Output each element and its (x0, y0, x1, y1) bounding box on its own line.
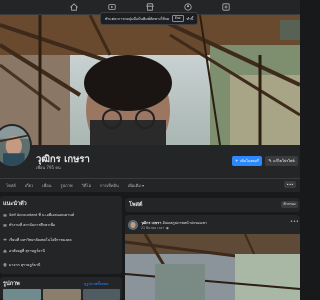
tab-photos[interactable]: รูปภาพ (60, 182, 72, 189)
intro-title: แนะนำตัว (3, 201, 27, 207)
intro-item-label: ทำงานที่ สถาบันการศึกษาเพื่อ (9, 223, 55, 227)
tooltip-suffix: ทำนี้ (186, 16, 194, 21)
see-all-photos-link[interactable]: ดูรูปภาพทั้งหมด (84, 281, 109, 287)
briefcase-icon (3, 214, 7, 217)
globe-icon: ·◉ (165, 226, 169, 230)
home-small-icon (3, 249, 7, 253)
tab-videos[interactable]: วิดีโอ (82, 182, 91, 189)
intro-item-label: เรียนที่ มหาวิทยาลัยเทคโนโลยีราชมงคล (9, 238, 72, 242)
tab-more-label: เพิ่มเติม (127, 183, 141, 188)
photo-thumbnail[interactable] (3, 289, 41, 300)
intro-item-label: มาจาก สุราษฎร์ธานี (9, 263, 41, 267)
tab-posts[interactable]: โพสต์ (6, 182, 16, 189)
intro-item-label: อาศัยอยู่ที่ สุราษฎร์ธานี (9, 249, 45, 253)
intro-item-education: เรียนที่ มหาวิทยาลัยเทคโนโลยีราชมงคล (3, 237, 72, 243)
post-menu-button[interactable]: ••• (290, 219, 299, 225)
home-icon[interactable] (55, 0, 93, 15)
add-to-story-label: เพิ่มในสตอรี่ (240, 159, 259, 163)
briefcase-icon (3, 224, 7, 227)
friends-count[interactable]: เพื่อน 795 คน (36, 164, 61, 171)
tooltip-text: ทำแต่ละการกดปุ่มมีแป้นพิมพ์ลัดทางใช้กด (105, 16, 170, 21)
profile-page: ทำแต่ละการกดปุ่มมีแป้นพิมพ์ลัดทางใช้กด E… (0, 0, 300, 300)
tab-friends[interactable]: เพื่อน (42, 182, 51, 189)
photo-thumbnail[interactable] (43, 289, 81, 300)
posts-title: โพสต์ (129, 202, 143, 208)
post-author-name[interactable]: วุฒิกร เกษรา (141, 221, 161, 225)
post-action: อัปเดตรูปภาพหน้าปกของเขา (162, 221, 208, 225)
keyboard-shortcut-tooltip: ทำแต่ละการกดปุ่มมีแป้นพิมพ์ลัดทางใช้กด E… (100, 12, 199, 25)
edit-profile-label: แก้ไขโปรไฟล์ (273, 159, 295, 163)
tab-more[interactable]: เพิ่มเติม ▾ (128, 182, 144, 189)
photos-title: รูปภาพ (3, 281, 20, 287)
intro-item-work: Self Accountant ที่ บ.เอพีเอสแอคเคานท์ (3, 212, 74, 218)
tooltip-key: Esc (172, 15, 184, 22)
intro-item-lives: อาศัยอยู่ที่ สุราษฎร์ธานี (3, 248, 45, 254)
intro-item-from: มาจาก สุราษฎร์ธานี (3, 262, 40, 268)
post-author-avatar[interactable] (128, 220, 138, 230)
gaming-icon[interactable] (207, 0, 245, 15)
intro-item-label: Self Accountant ที่ บ.เอพีเอสแอคเคานท์ (9, 213, 75, 217)
chevron-down-icon: ▾ (141, 183, 144, 188)
pencil-icon: ✎ (268, 158, 272, 163)
filter-button[interactable]: ตัวกรอง (281, 201, 298, 208)
post-image[interactable] (125, 234, 300, 300)
cover-photo[interactable] (0, 15, 300, 145)
tab-about[interactable]: เกี่ยว (25, 182, 33, 189)
add-to-story-button[interactable]: + เพิ่มในสตอรี่ (232, 156, 262, 166)
post-time-text: 21 มีนาคม เวลา (141, 226, 165, 230)
photo-thumbnail[interactable] (83, 289, 120, 300)
posts-header (125, 198, 300, 212)
more-options-button[interactable]: ••• (284, 181, 296, 188)
edit-profile-button[interactable]: ✎ แก้ไขโปรไฟล์ (265, 156, 298, 166)
intro-item-workplace: ทำงานที่ สถาบันการศึกษาเพื่อ (3, 222, 55, 228)
location-pin-icon (3, 263, 7, 267)
post-timestamp[interactable]: 21 มีนาคม เวลา ·◉ (141, 226, 169, 231)
tab-checkins[interactable]: การเช็คอิน (100, 182, 119, 189)
profile-tabs: โพสต์ เกี่ยว เพื่อน รูปภาพ วิดีโอ การเช็… (0, 178, 300, 192)
plus-icon: + (235, 158, 239, 163)
graduation-cap-icon (3, 238, 7, 241)
